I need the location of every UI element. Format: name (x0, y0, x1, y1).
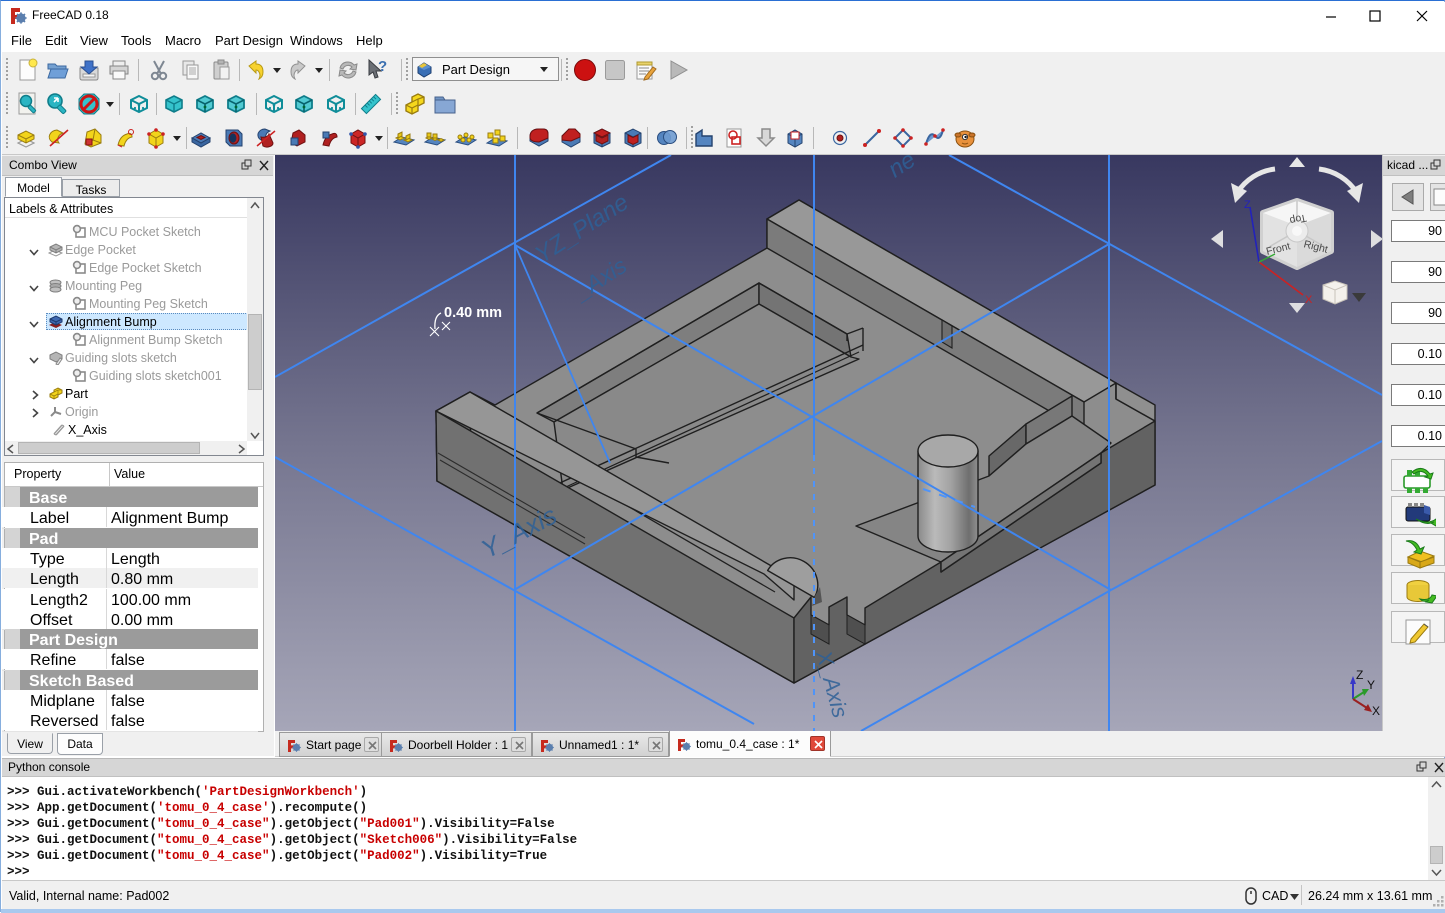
svg-text:Z: Z (1356, 668, 1363, 682)
svg-text:X: X (1372, 704, 1380, 718)
svg-text:Z: Z (1244, 199, 1251, 211)
svg-text:X: X (1305, 294, 1313, 306)
svg-text:0.40 mm: 0.40 mm (444, 305, 502, 321)
svg-text:?: ? (378, 58, 387, 75)
svg-text:Y: Y (1367, 678, 1375, 692)
